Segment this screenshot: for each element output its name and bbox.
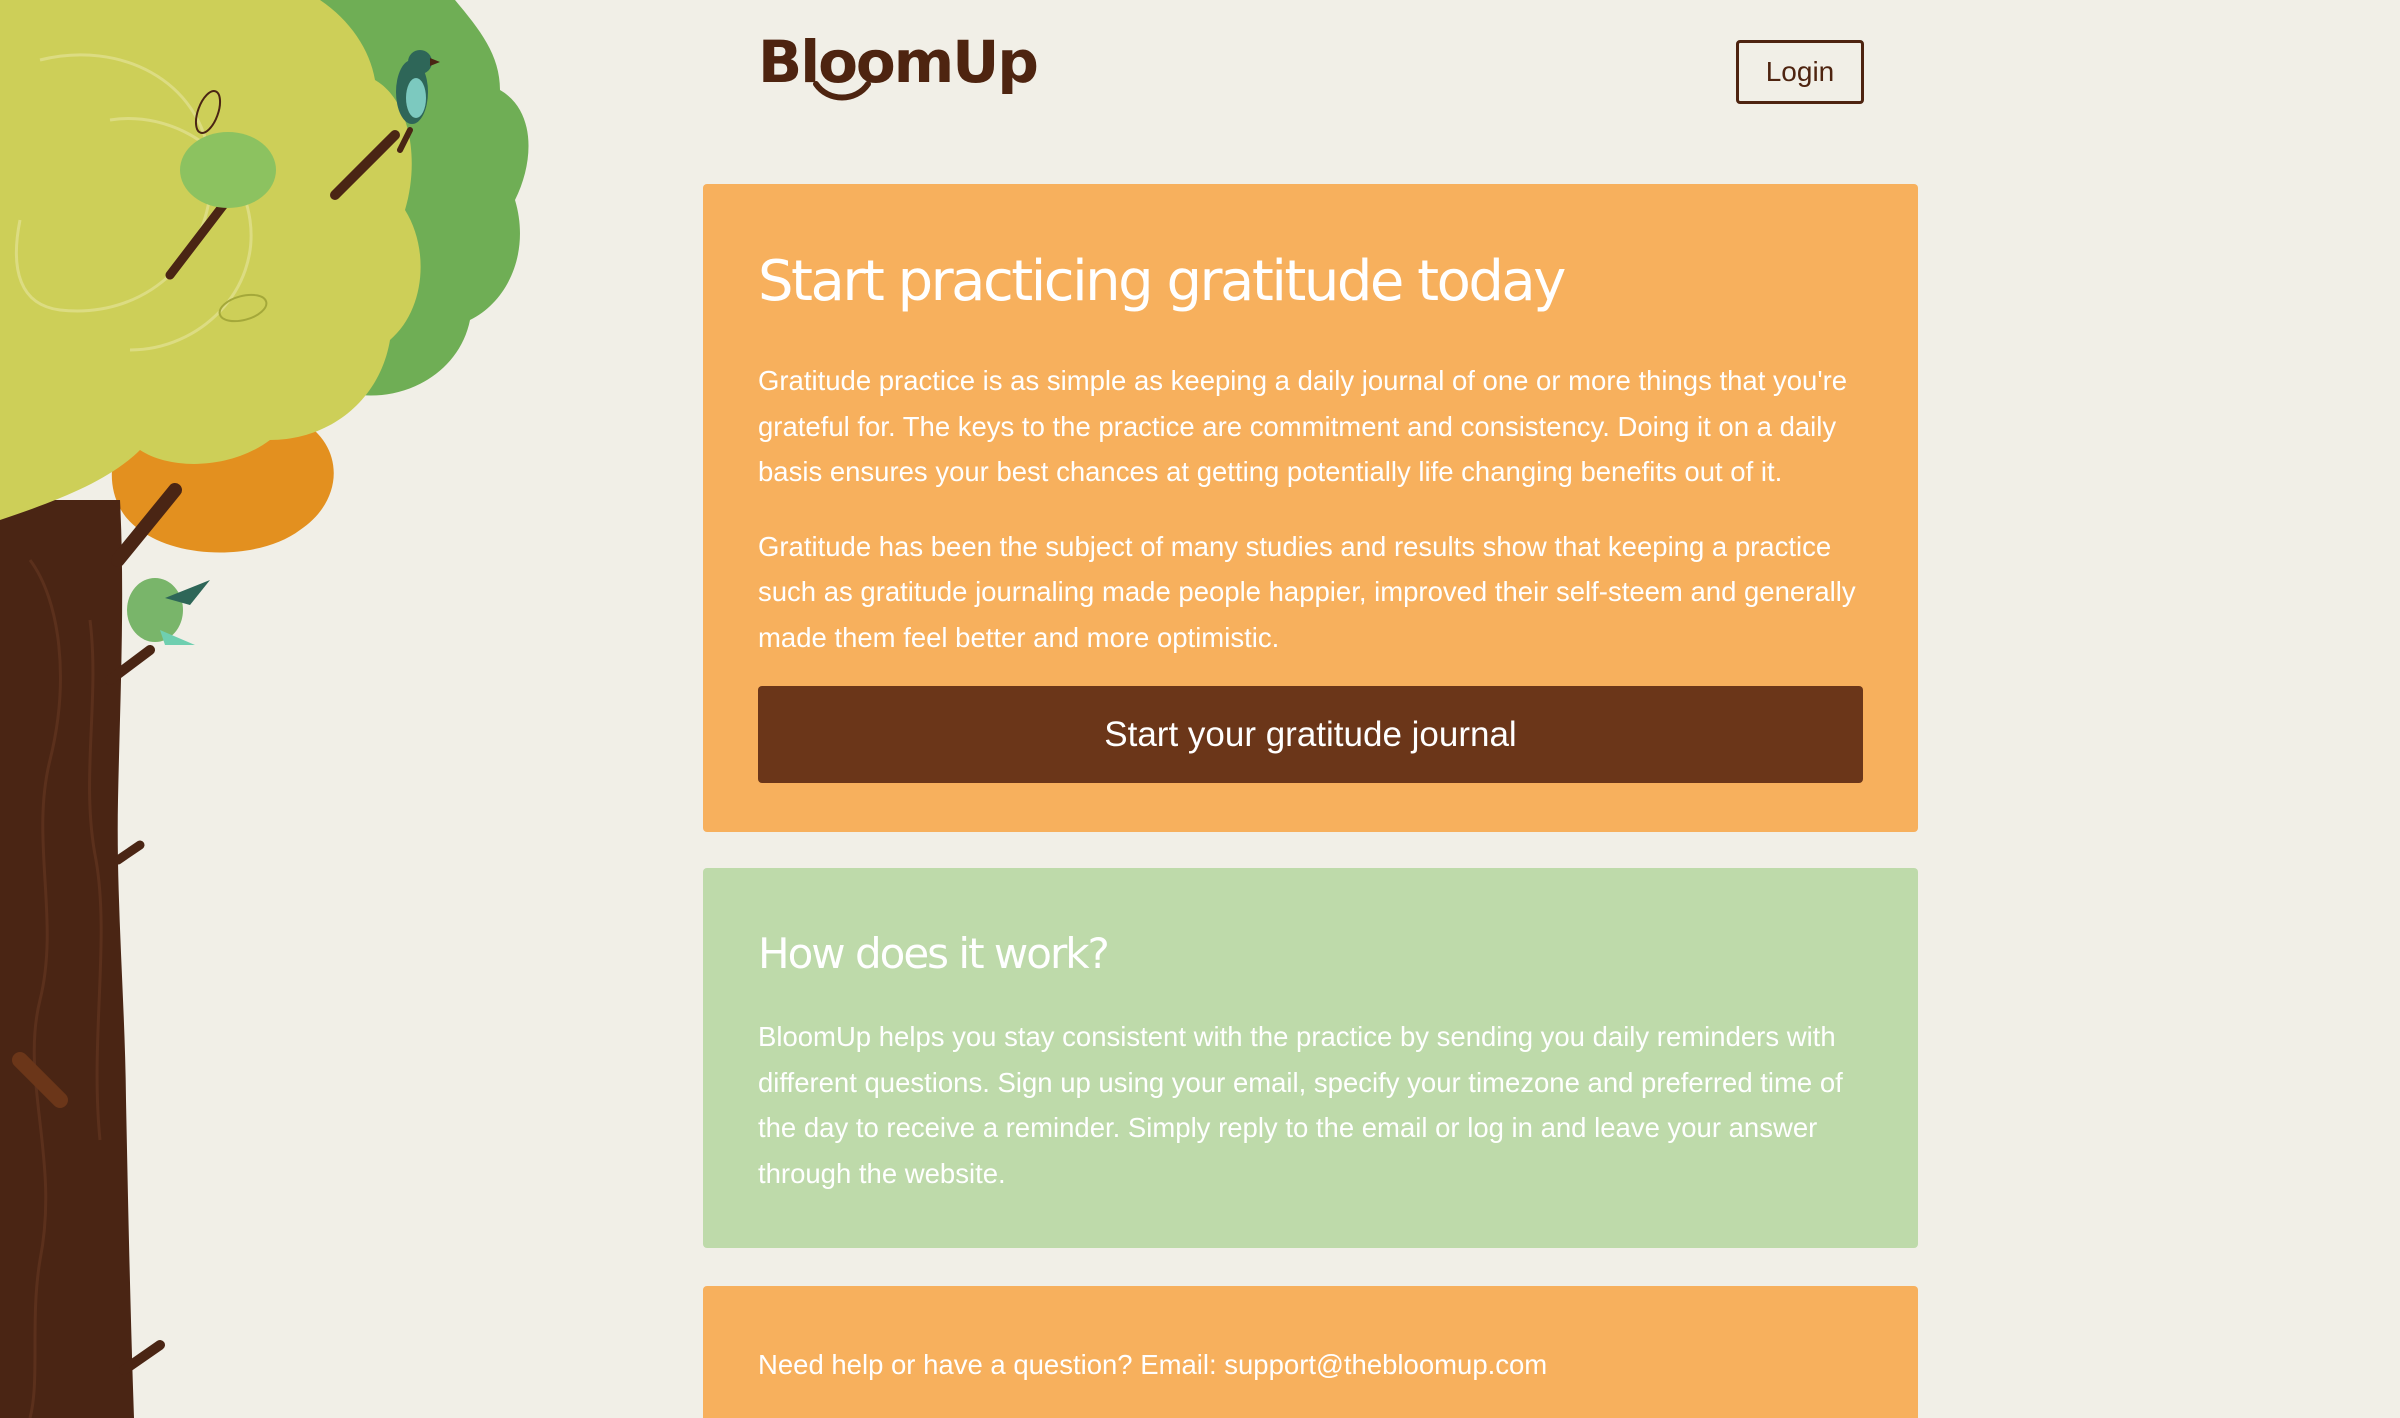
login-button[interactable]: Login: [1736, 40, 1864, 104]
help-text: Need help or have a question? Email: sup…: [758, 1342, 1863, 1388]
how-it-works-paragraph: BloomUp helps you stay consistent with t…: [758, 1021, 1843, 1189]
site-header: BloomUp Login: [758, 26, 1864, 116]
brand-name: BloomUp: [758, 28, 1039, 96]
smile-icon: [813, 81, 871, 101]
hero-title: Start practicing gratitude today: [758, 249, 1566, 314]
brand-logo[interactable]: BloomUp: [758, 26, 1039, 116]
hero-paragraph-2: Gratitude has been the subject of many s…: [758, 530, 1856, 653]
support-email-link[interactable]: support@thebloomup.com: [1224, 1349, 1547, 1380]
help-prefix: Need help or have a question? Email:: [758, 1349, 1225, 1380]
help-card: Need help or have a question? Email: sup…: [703, 1286, 1918, 1418]
landing-page: BloomUp Login Start practicing gratitude…: [0, 0, 2400, 1418]
hero-paragraph-1: Gratitude practice is as simple as keepi…: [758, 365, 1848, 487]
how-it-works-card: How does it work? BloomUp helps you stay…: [703, 868, 1918, 1248]
tree-illustration: [0, 0, 529, 1418]
how-it-works-title: How does it work?: [758, 929, 1110, 978]
hero-card: Start practicing gratitude today Gratitu…: [703, 184, 1918, 832]
start-journal-button[interactable]: Start your gratitude journal: [758, 686, 1863, 783]
